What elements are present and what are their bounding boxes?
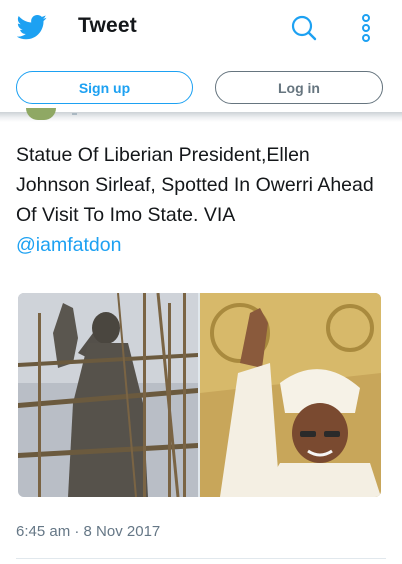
divider [16,558,386,559]
twitter-bird-icon[interactable] [17,12,47,42]
statue-photo [18,293,198,497]
more-options-icon[interactable] [358,12,374,44]
top-bar: Tweet [0,0,402,56]
tweet-timestamp[interactable]: 6:45 am · 8 Nov 2017 [16,523,160,540]
president-photo [200,293,381,497]
tweet-media[interactable] [18,293,381,497]
divider [72,113,77,115]
sign-up-button[interactable]: Sign up [16,71,193,104]
tweet-body: Statue Of Liberian President,Ellen Johns… [16,144,374,226]
tweet-text: Statue Of Liberian President,Ellen Johns… [16,140,388,260]
page-title: Tweet [78,14,137,37]
header-shadow [0,112,402,122]
search-icon[interactable] [290,14,318,42]
mention-link[interactable]: @iamfatdon [16,230,388,260]
log-in-button[interactable]: Log in [215,71,383,104]
